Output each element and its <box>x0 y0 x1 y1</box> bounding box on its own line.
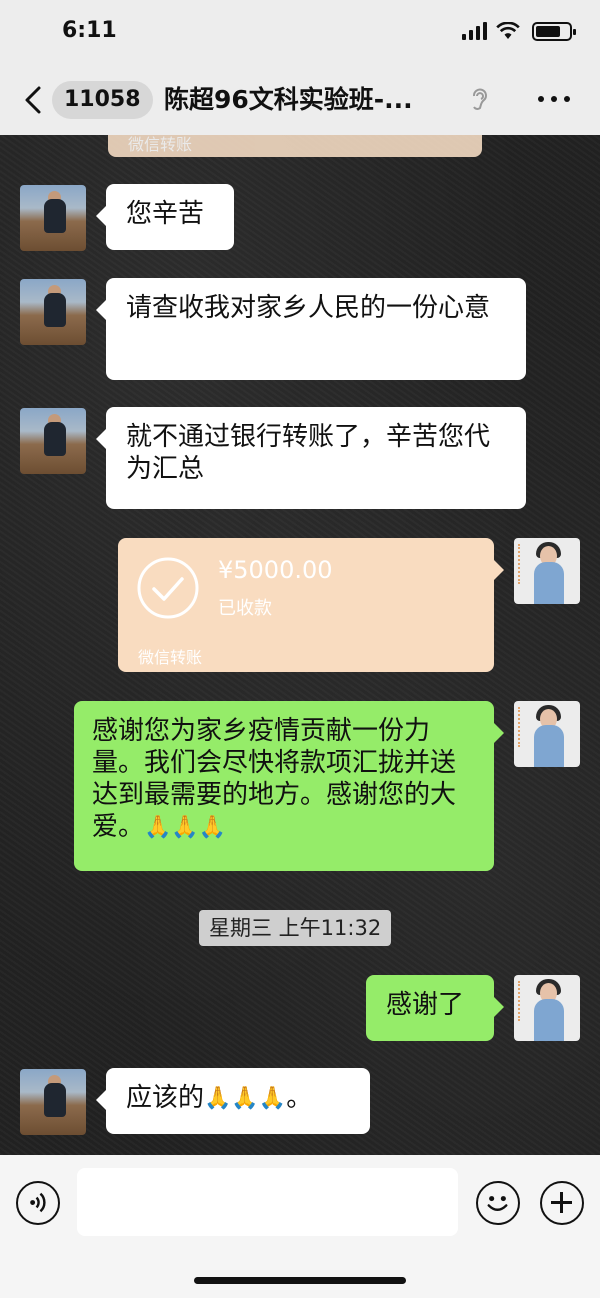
previous-transfer-card[interactable]: 微信转账 <box>108 135 482 157</box>
plus-icon[interactable] <box>540 1181 584 1225</box>
transfer-card[interactable]: ¥5000.00 已收款 微信转账 <box>118 538 504 672</box>
message-bubble[interactable]: 应该的🙏🙏🙏。 <box>96 1068 370 1134</box>
signal-icon <box>462 22 488 40</box>
back-arrow-icon[interactable] <box>22 85 44 115</box>
my-avatar[interactable] <box>514 538 580 604</box>
voice-icon[interactable] <box>16 1181 60 1225</box>
previous-transfer-label: 微信转账 <box>128 135 193 154</box>
battery-icon <box>532 22 576 41</box>
more-icon[interactable] <box>538 92 570 106</box>
status-time: 6:11 <box>62 18 117 43</box>
timestamp: 星期三 上午11:32 <box>199 910 392 946</box>
message-bubble[interactable]: 就不通过银行转账了，辛苦您代为汇总 <box>96 407 526 509</box>
home-indicator[interactable] <box>194 1277 406 1284</box>
contact-avatar[interactable] <box>20 185 86 251</box>
my-avatar[interactable] <box>514 701 580 767</box>
message-suffix: 。 <box>286 1083 313 1113</box>
transfer-amount: ¥5000.00 <box>218 556 333 584</box>
chat-title: 陈超96文科实验班-... <box>164 85 413 114</box>
message-bubble[interactable]: 您辛苦 <box>96 184 234 250</box>
pray-emoji: 🙏🙏🙏 <box>204 1085 287 1111</box>
wifi-icon <box>496 22 520 39</box>
message-text: 请查收我对家乡人民的一份心意 <box>126 293 491 323</box>
transfer-status: 已收款 <box>218 598 272 619</box>
status-icons <box>452 22 576 42</box>
message-text: 就不通过银行转账了，辛苦您代为汇总 <box>126 422 491 484</box>
message-text: 应该的 <box>126 1083 205 1113</box>
message-bubble[interactable]: 感谢您为家乡疫情贡献一份力量。我们会尽快将款项汇拢并送达到最需要的地方。感谢您的… <box>74 701 504 871</box>
transfer-label: 微信转账 <box>138 648 203 667</box>
chat-area[interactable]: 微信转账 您辛苦 请查收我对家乡人民的一份心意 就不通过银行转账了，辛苦您代为汇… <box>0 135 600 1155</box>
contact-avatar[interactable] <box>20 279 86 345</box>
ear-icon <box>473 88 487 110</box>
unread-count-badge[interactable]: 11058 <box>52 81 153 119</box>
message-bubble[interactable]: 感谢了 <box>366 975 504 1041</box>
message-text: 您辛苦 <box>126 199 205 229</box>
top-bar: 6:11 11058 陈超96文科实验班-... <box>0 0 600 135</box>
message-bubble[interactable]: 请查收我对家乡人民的一份心意 <box>96 278 526 380</box>
input-bar <box>0 1155 600 1298</box>
my-avatar[interactable] <box>514 975 580 1041</box>
check-circle-icon <box>137 557 199 619</box>
emoji-icon[interactable] <box>476 1181 520 1225</box>
pray-emoji: 🙏🙏🙏 <box>144 814 227 840</box>
message-text: 感谢了 <box>386 990 465 1020</box>
message-input[interactable] <box>77 1168 458 1236</box>
contact-avatar[interactable] <box>20 1069 86 1135</box>
contact-avatar[interactable] <box>20 408 86 474</box>
